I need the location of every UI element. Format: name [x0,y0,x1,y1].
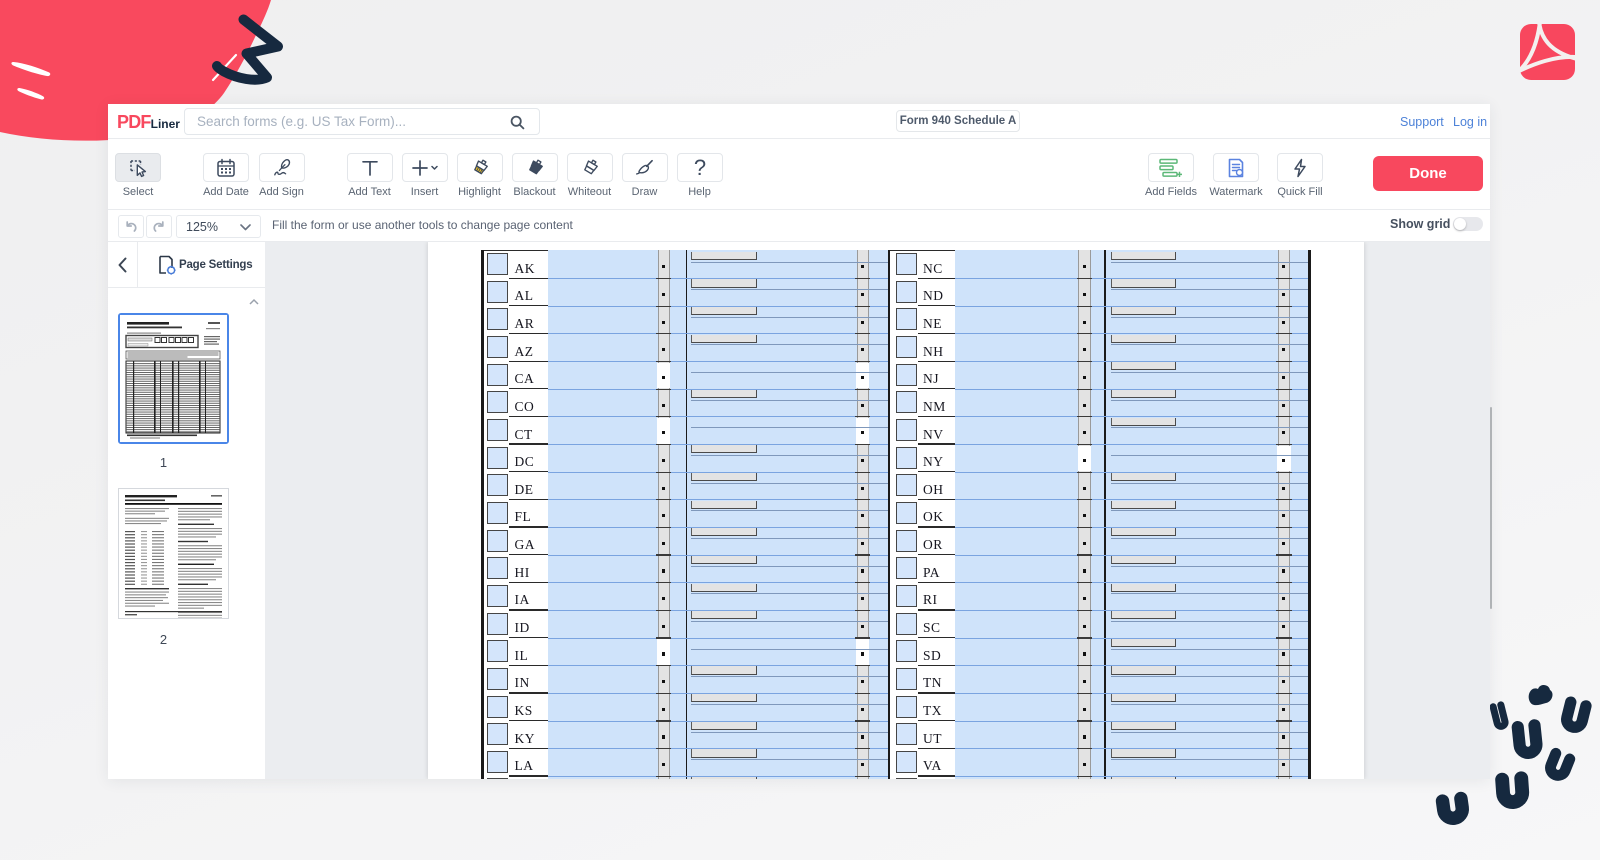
svg-text:?: ? [693,155,705,180]
